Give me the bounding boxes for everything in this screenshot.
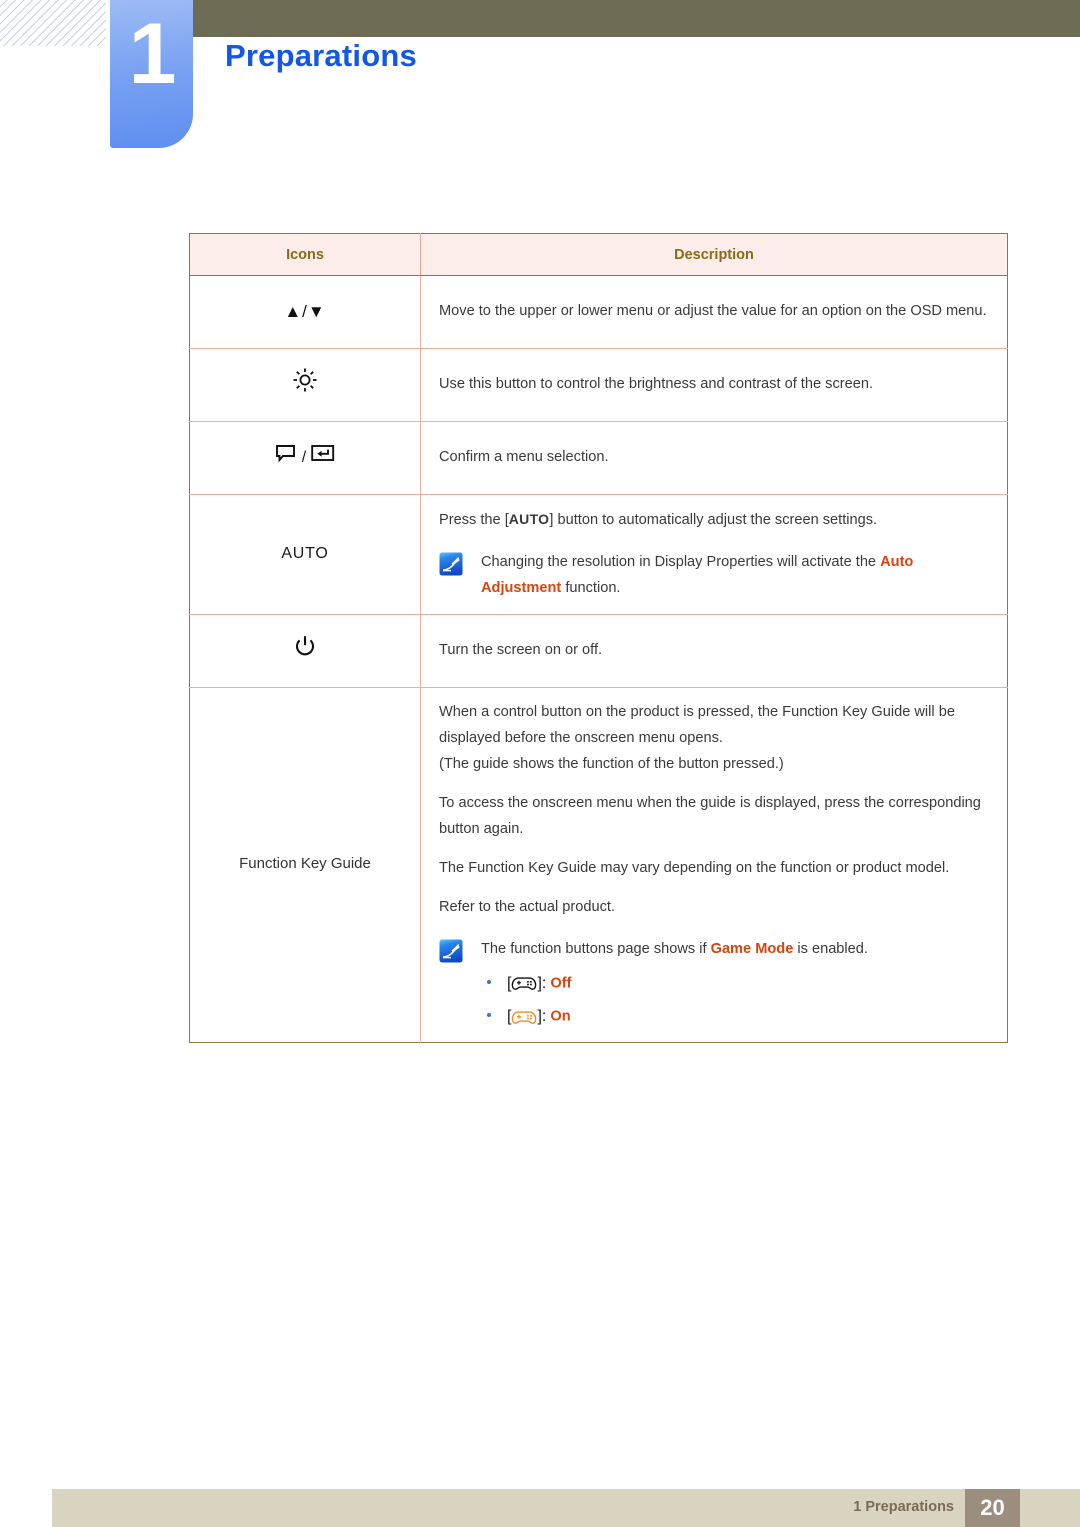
row-description: Turn the screen on or off. bbox=[420, 613, 1008, 688]
menu-icon bbox=[274, 443, 298, 473]
note-text: The function buttons page shows if Game … bbox=[481, 937, 993, 1030]
auto-press-text-prefix: Press the [ bbox=[439, 512, 509, 528]
enter-return-icon bbox=[310, 443, 336, 473]
note-text-before: The function buttons page shows if bbox=[481, 940, 711, 957]
gamepad-off-icon bbox=[511, 975, 537, 992]
icons-description-table: Icons Description ▲/▼ Move to the upper … bbox=[189, 233, 1008, 1043]
table-row: Use this button to control the brightnes… bbox=[189, 348, 1008, 422]
row-description: Press the [AUTO] button to automatically… bbox=[420, 494, 1008, 615]
bracket-close: ]: bbox=[537, 1008, 547, 1026]
power-glyph bbox=[293, 634, 317, 668]
description-text: Use this button to control the brightnes… bbox=[439, 376, 874, 393]
function-key-guide-text: Function Key Guide bbox=[239, 855, 371, 873]
brightness-sun-glyph bbox=[292, 367, 318, 403]
page-footer: 1 Preparations 20 bbox=[52, 1489, 1080, 1527]
table-row: Function Key Guide When a control button… bbox=[189, 686, 1008, 1043]
row-description: When a control button on the product is … bbox=[420, 686, 1008, 1043]
auto-button-icon: AUTO bbox=[189, 494, 421, 615]
chapter-number: 1 bbox=[128, 6, 177, 102]
game-mode-bullet-list: []: Off []: On bbox=[481, 971, 993, 1030]
description-text: Confirm a menu selection. bbox=[439, 449, 609, 466]
note-pen-icon bbox=[439, 552, 463, 576]
row-description: Use this button to control the brightnes… bbox=[420, 348, 1008, 422]
description-text: The Function Key Guide may vary dependin… bbox=[439, 859, 950, 876]
up-down-arrows-glyph: ▲/▼ bbox=[284, 301, 326, 321]
note-block: The function buttons page shows if Game … bbox=[439, 937, 993, 1030]
column-header-icons: Icons bbox=[189, 233, 421, 276]
auto-key-label: AUTO bbox=[508, 511, 550, 527]
icon-separator: / bbox=[301, 448, 307, 466]
game-mode-state: On bbox=[550, 1008, 571, 1025]
description-text: Turn the screen on or off. bbox=[439, 641, 603, 658]
gamepad-on-icon bbox=[511, 1009, 537, 1026]
auto-label: AUTO bbox=[281, 545, 329, 563]
note-text: Changing the resolution in Display Prope… bbox=[481, 550, 993, 602]
bracket-close: ]: bbox=[537, 974, 547, 992]
chapter-tab: 1 bbox=[110, 0, 193, 148]
description-text: When a control button on the product is … bbox=[439, 703, 955, 746]
table-row: AUTO Press the [AUTO] button to automati… bbox=[189, 494, 1008, 615]
auto-press-text-suffix: ] button to automatically adjust the scr… bbox=[549, 512, 878, 528]
row-description: Confirm a menu selection. bbox=[420, 421, 1008, 495]
list-item: [ bbox=[487, 1004, 993, 1030]
decorative-hatch-pattern bbox=[0, 0, 106, 46]
function-key-guide-label: Function Key Guide bbox=[189, 686, 421, 1043]
power-icon bbox=[189, 613, 421, 688]
up-down-arrows-icon: ▲/▼ bbox=[189, 275, 421, 349]
description-text: Refer to the actual product. bbox=[439, 898, 616, 915]
game-mode-state: Off bbox=[550, 975, 572, 992]
brightness-sun-icon bbox=[189, 348, 421, 422]
page-number-badge: 20 bbox=[965, 1489, 1020, 1527]
description-text: Press the [AUTO] button to automatically… bbox=[439, 507, 993, 534]
table-row: / Confirm a menu selection. bbox=[189, 421, 1008, 495]
footer-chapter-label: 1 Preparations bbox=[853, 1499, 954, 1515]
note-text-before: Changing the resolution in Display Prope… bbox=[481, 553, 881, 570]
table-header-row: Icons Description bbox=[189, 233, 1008, 276]
table-row: Turn the screen on or off. bbox=[189, 613, 1008, 688]
description-text: To access the onscreen menu when the gui… bbox=[439, 794, 981, 837]
note-block: Changing the resolution in Display Prope… bbox=[439, 550, 993, 602]
page-title: Preparations bbox=[225, 38, 417, 73]
description-text: Move to the upper or lower menu or adjus… bbox=[439, 303, 987, 320]
menu-enter-icon: / bbox=[189, 421, 421, 495]
note-text-after: is enabled. bbox=[793, 940, 868, 957]
note-text-after: function. bbox=[561, 579, 621, 596]
table-row: ▲/▼ Move to the upper or lower menu or a… bbox=[189, 275, 1008, 349]
note-highlight: Game Mode bbox=[710, 940, 794, 957]
page-header: 1 Preparations bbox=[0, 0, 1080, 150]
note-pen-icon bbox=[439, 939, 463, 963]
column-header-description: Description bbox=[420, 233, 1008, 276]
list-item: [ bbox=[487, 971, 993, 997]
row-description: Move to the upper or lower menu or adjus… bbox=[421, 276, 1008, 349]
header-bar bbox=[193, 0, 1080, 37]
description-text: (The guide shows the function of the but… bbox=[439, 755, 784, 772]
